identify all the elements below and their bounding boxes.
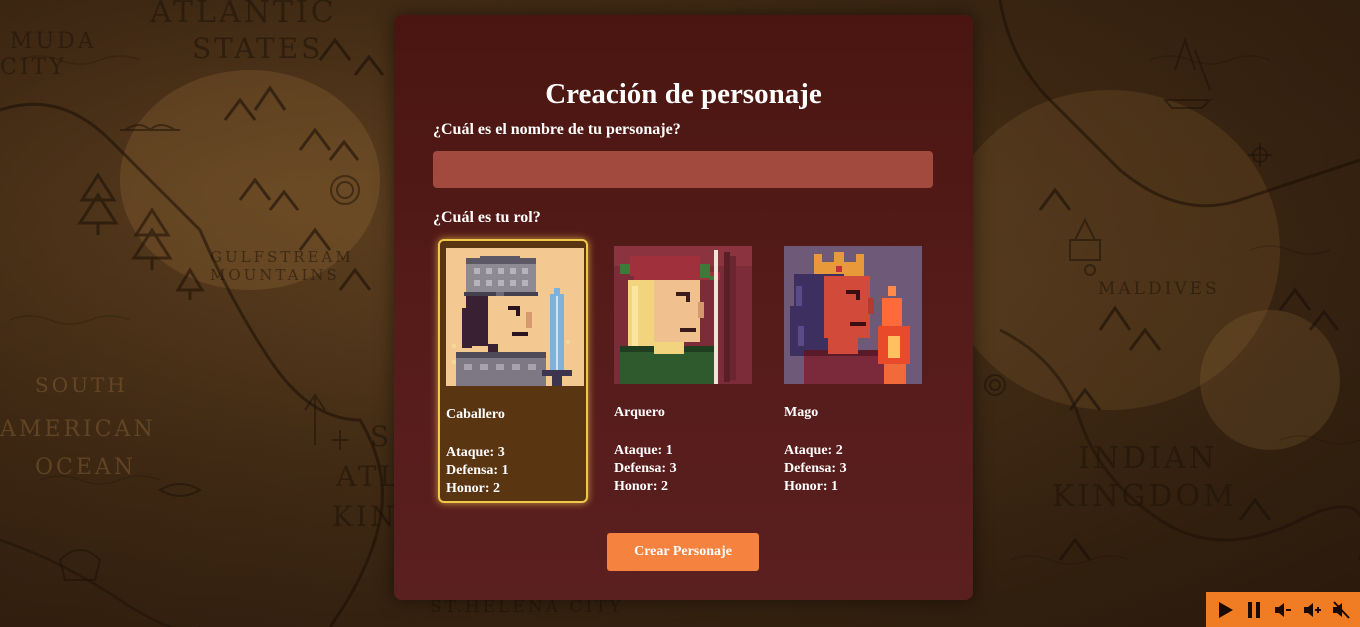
- audio-controls: [1206, 592, 1360, 627]
- volume-up-icon[interactable]: [1300, 598, 1324, 622]
- map-label-indian: INDIAN: [1078, 441, 1218, 476]
- page-title: Creación de personaje: [545, 78, 822, 110]
- stat-defense-mago: Defensa: 3: [784, 461, 847, 476]
- stat-honor-arquero: Honor: 2: [614, 479, 669, 494]
- volume-down-icon[interactable]: [1271, 598, 1295, 622]
- role-name-caballero: Caballero: [446, 407, 505, 422]
- role-question-label: ¿Cuál es tu rol?: [433, 209, 541, 226]
- map-label-states: STATES: [192, 32, 323, 65]
- stat-defense-caballero: Defensa: 1: [446, 463, 509, 478]
- map-label-american: AMERICAN: [0, 417, 156, 442]
- character-name-input[interactable]: [433, 151, 933, 188]
- play-icon[interactable]: [1213, 598, 1237, 622]
- stat-defense-arquero: Defensa: 3: [614, 461, 677, 476]
- map-label-mountains: MOUNTAINS: [210, 266, 340, 284]
- map-label-st-helena-city: ST.HELENA CITY: [430, 597, 624, 617]
- pause-icon[interactable]: [1242, 598, 1266, 622]
- map-label-gulfstream: GULFSTREAM: [210, 248, 354, 266]
- role-card-caballero[interactable]: Caballero Ataque: 3 Defensa: 1 Honor: 2: [438, 239, 588, 503]
- map-label-atlantic: ATLANTIC: [149, 0, 337, 30]
- mute-icon[interactable]: [1329, 598, 1353, 622]
- stat-attack-mago: Ataque: 2: [784, 443, 843, 458]
- role-card-mago[interactable]: Mago Ataque: 2 Defensa: 3 Honor: 1: [778, 239, 928, 503]
- stat-honor-mago: Honor: 1: [784, 479, 839, 494]
- stat-attack-arquero: Ataque: 1: [614, 443, 673, 458]
- role-card-arquero[interactable]: Arquero Ataque: 1 Defensa: 3 Honor: 2: [608, 239, 758, 503]
- role-name-mago: Mago: [784, 405, 819, 420]
- map-label-ocean: OCEAN: [35, 455, 136, 480]
- role-name-arquero: Arquero: [614, 405, 665, 420]
- map-label-city: CITY: [0, 55, 67, 80]
- name-question-label: ¿Cuál es el nombre de tu personaje?: [433, 121, 681, 138]
- character-creation-panel: Creación de personaje ¿Cuál es el nombre…: [394, 15, 973, 600]
- mage-portrait: [784, 246, 922, 384]
- stat-attack-caballero: Ataque: 3: [446, 445, 505, 460]
- map-label-south: SOUTH: [35, 373, 128, 397]
- map-label-muda: MUDA: [10, 29, 97, 54]
- map-label-maldives: MALDIVES: [1098, 279, 1220, 299]
- create-character-button[interactable]: Crear Personaje: [607, 533, 759, 571]
- map-label-kingdom: KINGDOM: [1052, 479, 1237, 514]
- knight-portrait: [446, 248, 584, 386]
- archer-portrait: [614, 246, 752, 384]
- stat-honor-caballero: Honor: 2: [446, 481, 501, 496]
- map-label-atl: ATL: [335, 460, 401, 493]
- map-label-kin: KIN: [332, 500, 397, 533]
